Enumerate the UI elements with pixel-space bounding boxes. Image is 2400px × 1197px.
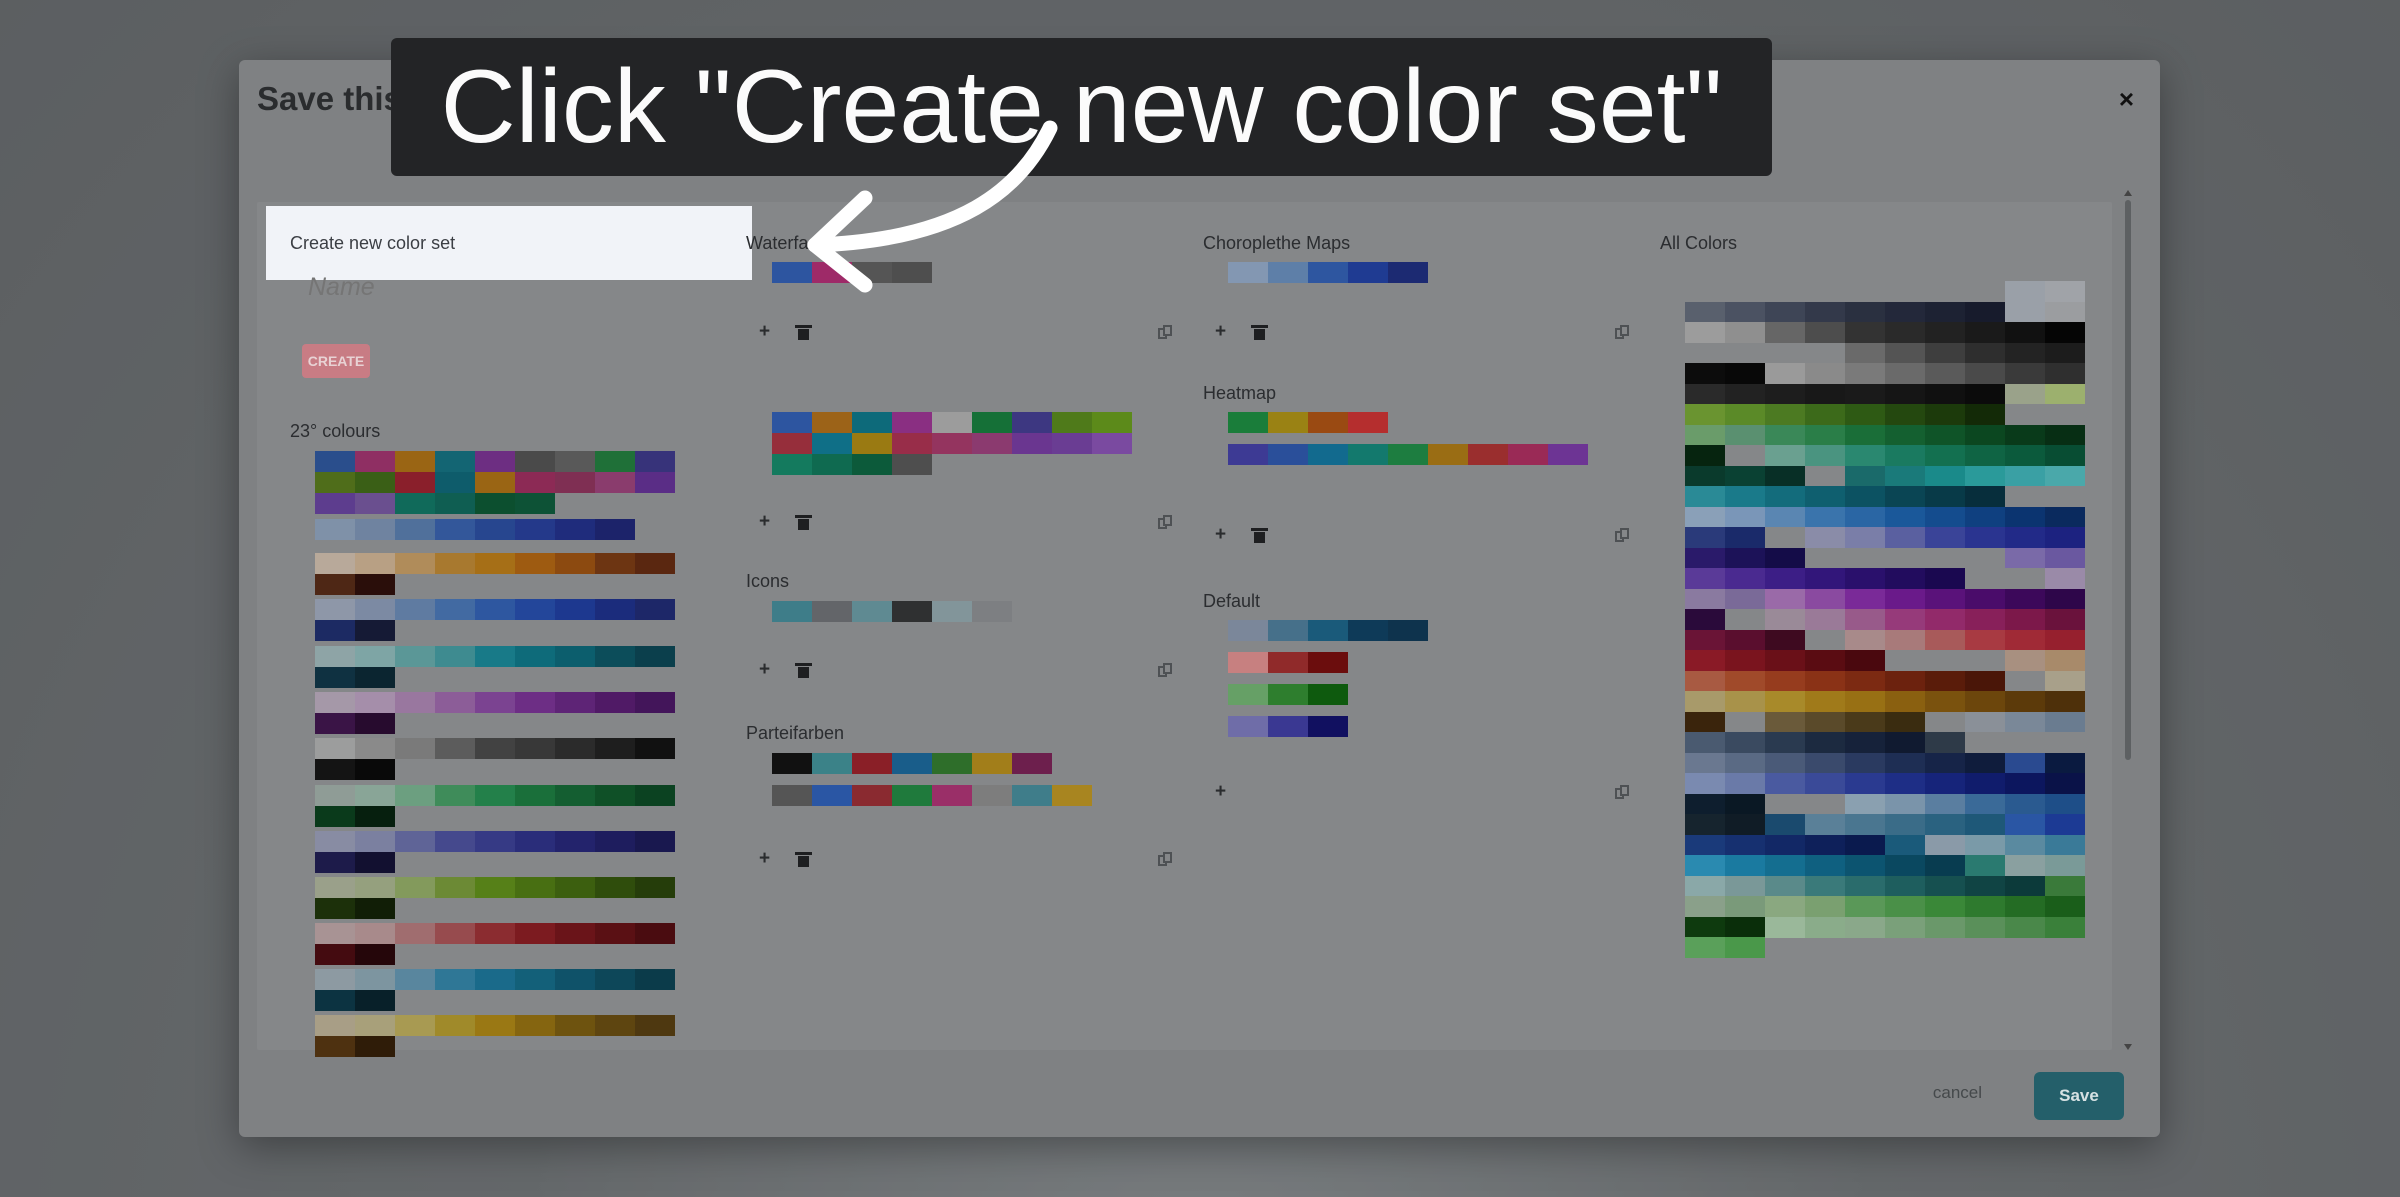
tutorial-arrow-icon — [807, 120, 1058, 293]
